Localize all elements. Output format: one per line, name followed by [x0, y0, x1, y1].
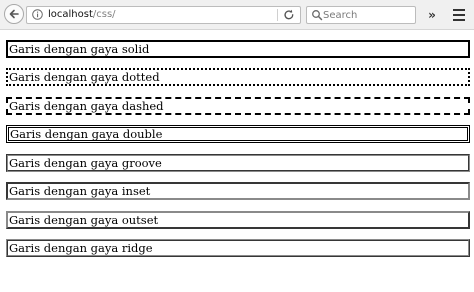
line-groove: Garis dengan gaya groove: [6, 154, 470, 172]
browser-toolbar: localhost/css/ »: [0, 0, 474, 30]
url-path: /css/: [92, 9, 116, 20]
toolbar-overflow-button[interactable]: »: [424, 7, 440, 23]
search-bar[interactable]: [306, 6, 416, 24]
line-dotted: Garis dengan gaya dotted: [6, 68, 470, 86]
url-text[interactable]: localhost/css/: [48, 8, 116, 22]
reload-icon[interactable]: [283, 9, 295, 21]
line-ridge: Garis dengan gaya ridge: [6, 239, 470, 257]
back-button[interactable]: [4, 4, 24, 24]
line-dashed: Garis dengan gaya dashed: [6, 97, 470, 115]
search-input[interactable]: [323, 8, 413, 22]
line-double: Garis dengan gaya double: [6, 125, 470, 143]
line-outset: Garis dengan gaya outset: [6, 211, 470, 229]
line-solid: Garis dengan gaya solid: [6, 40, 470, 58]
address-bar[interactable]: localhost/css/: [26, 6, 301, 24]
arrow-left-icon: [9, 9, 19, 19]
line-inset: Garis dengan gaya inset: [6, 182, 470, 200]
magnifier-icon: [312, 10, 323, 21]
info-icon[interactable]: [32, 9, 43, 20]
page-content: Garis dengan gaya solid Garis dengan gay…: [0, 30, 474, 292]
hamburger-menu-icon[interactable]: [452, 8, 466, 22]
url-host: localhost: [48, 9, 93, 20]
urlbar-divider: [277, 9, 278, 21]
